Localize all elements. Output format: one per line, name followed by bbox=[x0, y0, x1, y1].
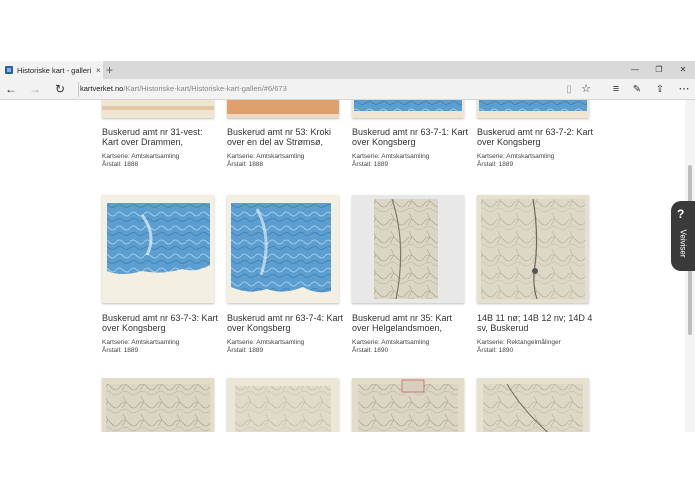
maximize-button[interactable]: ❐ bbox=[647, 61, 671, 79]
help-question-icon: ? bbox=[677, 207, 685, 221]
map-title[interactable]: 14B 11 nø; 14B 12 nv; 14D 4 sv, Buskerud bbox=[477, 313, 595, 333]
minimize-button[interactable]: — bbox=[623, 61, 647, 79]
map-thumbnail[interactable] bbox=[227, 100, 339, 118]
address-bar[interactable]: kartverket.no/Kart/Historiske-kart/Histo… bbox=[80, 83, 287, 95]
kartverket-favicon-icon bbox=[5, 66, 13, 74]
more-icon[interactable]: ⋯ bbox=[674, 79, 694, 100]
map-title[interactable]: Buskerud amt nr 63-7-3: Kart over Kongsb… bbox=[102, 313, 220, 333]
web-note-icon[interactable]: ✎ bbox=[627, 79, 647, 100]
map-year: Årstall: 1889 bbox=[477, 161, 514, 168]
navigation-bar: ← → ↻ kartverket.no/Kart/Historiske-kart… bbox=[0, 79, 695, 100]
map-thumbnail[interactable] bbox=[477, 100, 589, 118]
map-thumbnail[interactable] bbox=[352, 100, 464, 118]
map-year: Årstall: 1890 bbox=[477, 347, 514, 354]
url-path: /Kart/Historiske-kart/Historiske-kart-ga… bbox=[123, 84, 287, 93]
map-year: Årstall: 1888 bbox=[102, 161, 139, 168]
map-year: Årstall: 1889 bbox=[102, 347, 139, 354]
tab-historiske-kart[interactable]: Historiske kart - galleri | × bbox=[0, 61, 103, 79]
map-year: Årstall: 1889 bbox=[227, 347, 264, 354]
back-arrow-icon[interactable]: ← bbox=[1, 79, 21, 100]
tab-close-icon[interactable]: × bbox=[96, 66, 101, 75]
map-year: Årstall: 1890 bbox=[352, 347, 389, 354]
top-blank-area bbox=[0, 0, 695, 61]
gallery-content: Buskerud amt nr 31-vest: Kart over Dramm… bbox=[0, 100, 695, 432]
map-thumbnail[interactable] bbox=[102, 100, 214, 118]
share-icon[interactable]: ⇪ bbox=[650, 79, 670, 100]
close-window-button[interactable]: ✕ bbox=[671, 61, 695, 79]
url-host: kartverket.no bbox=[80, 84, 124, 93]
map-title[interactable]: Buskerud amt nr 63-7-4: Kart over Kongsb… bbox=[227, 313, 345, 333]
bottom-blank-area bbox=[0, 432, 695, 494]
map-thumbnail[interactable] bbox=[102, 195, 214, 303]
map-title[interactable]: Buskerud amt nr 31-vest: Kart over Dramm… bbox=[102, 127, 220, 147]
forward-arrow-icon[interactable]: → bbox=[25, 79, 45, 100]
map-title[interactable]: Buskerud amt nr 63-7-1: Kart over Kongsb… bbox=[352, 127, 470, 147]
map-thumbnail[interactable] bbox=[227, 195, 339, 303]
map-thumbnail[interactable] bbox=[352, 195, 464, 303]
refresh-icon[interactable]: ↻ bbox=[50, 79, 70, 100]
map-thumbnail[interactable] bbox=[227, 378, 339, 432]
map-title[interactable]: Buskerud amt nr 63-7-2: Kart over Kongsb… bbox=[477, 127, 595, 147]
favorite-star-icon[interactable]: ☆ bbox=[576, 79, 596, 100]
veiviser-guide-button[interactable]: ? Veiviser bbox=[671, 201, 695, 271]
map-title[interactable]: Buskerud amt nr 35: Kart over Helgelands… bbox=[352, 313, 470, 333]
map-thumbnail[interactable] bbox=[477, 378, 589, 432]
address-separator bbox=[78, 82, 79, 97]
hub-icon[interactable]: ≡ bbox=[606, 79, 626, 100]
map-year: Årstall: 1889 bbox=[352, 161, 389, 168]
tab-bar: Historiske kart - galleri | × + — ❐ ✕ bbox=[0, 61, 695, 79]
tab-title: Historiske kart - galleri | bbox=[17, 65, 93, 75]
veiviser-label: Veiviser bbox=[678, 229, 688, 258]
map-year: Årstall: 1888 bbox=[227, 161, 264, 168]
map-thumbnail[interactable] bbox=[477, 195, 589, 303]
map-title[interactable]: Buskerud amt nr 53: Kroki over en del av… bbox=[227, 127, 345, 147]
map-thumbnail[interactable] bbox=[102, 378, 214, 432]
map-thumbnail[interactable] bbox=[352, 378, 464, 432]
new-tab-button[interactable]: + bbox=[106, 62, 113, 78]
